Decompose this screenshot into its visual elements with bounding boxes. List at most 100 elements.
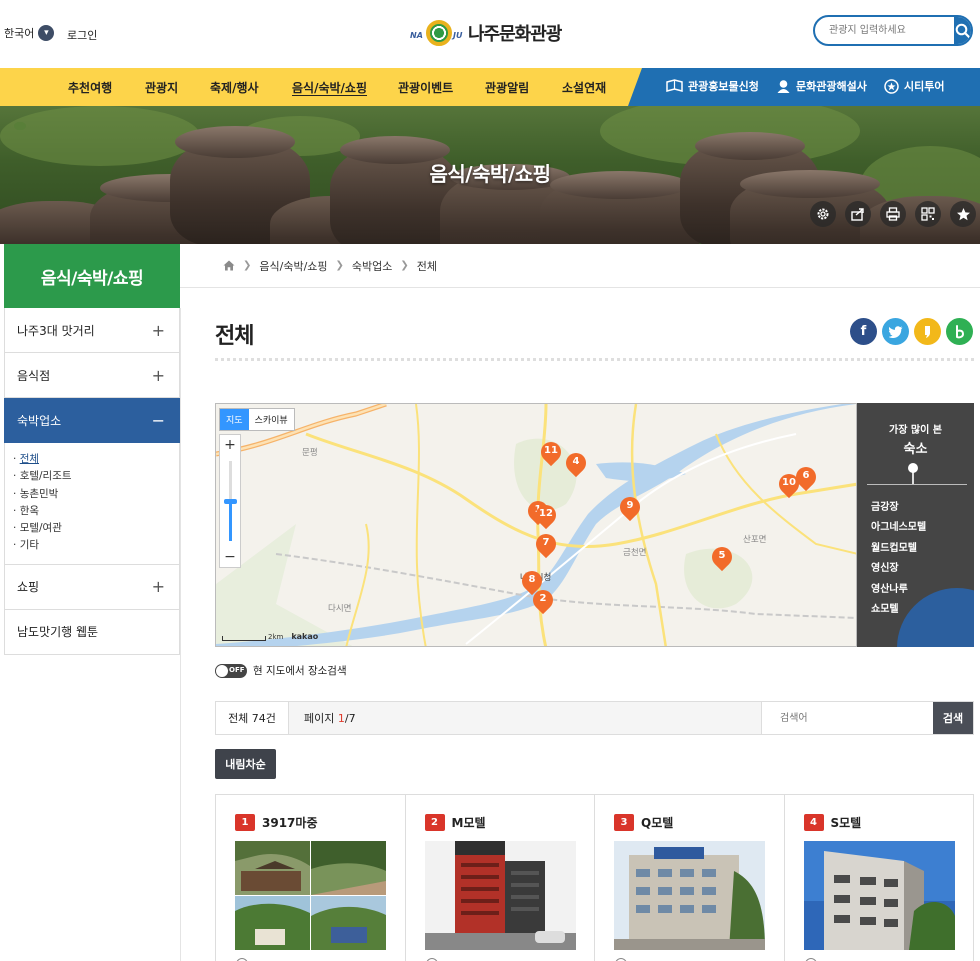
breadcrumb-item[interactable]: 숙박업소 [352,258,392,274]
sidebar-subitem[interactable]: · 기타 [13,537,179,554]
site-name: 나주문화관광 [468,24,562,45]
map-search-toggle[interactable]: OFF 현 지도에서 장소검색 [215,663,347,678]
map-type-toggle: 지도 스카이뷰 [219,408,295,431]
list-item[interactable]: 3 Q모텔 [595,795,785,961]
sidebar-item-webtoon[interactable]: 남도맛기행 웹툰 [4,609,180,655]
share-button[interactable] [845,201,871,227]
map-view[interactable]: 지도 스카이뷰 + − 문평 다시면 금천면 산포면 나주시청 12456789… [215,403,857,647]
sidebar-subitem[interactable]: · 호텔/리조트 [13,468,179,485]
login-link[interactable]: 로그인 [67,27,97,43]
nav-item[interactable]: 추천여행 [68,79,112,96]
popular-item[interactable]: 월드컵모텔 [871,539,926,559]
card-photo[interactable] [803,841,955,950]
breadcrumb: ❯ 음식/숙박/쇼핑 ❯ 숙박업소 ❯ 전체 [180,244,980,288]
facebook-icon[interactable]: f [850,318,877,345]
card-title[interactable]: S모텔 [831,814,862,831]
rank-badge: 4 [803,814,824,831]
sidebar-item-matgeori[interactable]: 나주3대 맛거리 + [4,308,180,353]
map-pin[interactable]: 5 [707,542,737,573]
sort-desc-button[interactable]: 내림차순 [215,749,276,779]
favorite-star-icon [956,207,970,220]
map-pin[interactable]: 12 [531,500,561,531]
map-pin[interactable]: 4 [561,448,591,479]
list-item[interactable]: 4 S모텔 [785,795,974,961]
card-title[interactable]: 3917마중 [262,814,317,831]
kakaostory-icon[interactable] [914,318,941,345]
content-divider [180,308,181,961]
zoom-control: + − [219,434,241,568]
map-pin[interactable]: 10 [774,469,804,500]
map-pin[interactable]: 8 [517,566,547,597]
zoom-out-button[interactable]: − [220,547,240,567]
list-item[interactable]: 1 3917마중 [216,795,406,961]
map-pin[interactable]: 6 [791,462,821,493]
map-pin[interactable]: 11 [536,437,566,468]
popular-item[interactable]: 영신장 [871,559,926,579]
main-nav: 추천여행 관광지 축제/행사 음식/숙박/쇼핑 관광이벤트 관광알림 소설연재 관광홍보물신… [0,68,980,106]
map-pin[interactable]: 7 [531,529,561,560]
card-photo[interactable] [424,841,576,950]
card-photo[interactable] [235,841,386,950]
site-logo[interactable]: NA JU 나주문화관광 [410,18,562,48]
plus-icon: + [151,577,165,597]
pin-dot-icon [908,463,918,473]
card-title[interactable]: M모텔 [452,814,486,831]
card-photo[interactable] [614,841,765,950]
guide-icon [777,79,790,93]
keyword-input[interactable] [761,702,933,734]
plus-icon: + [151,320,165,340]
zoom-in-button[interactable]: + [220,435,240,455]
breadcrumb-item[interactable]: 음식/숙박/쇼핑 [259,258,327,274]
logo-mark: NA JU [410,18,464,48]
popular-item[interactable]: 금강장 [871,498,926,518]
nav-item[interactable]: 음식/숙박/쇼핑 [292,79,367,96]
hero-title: 음식/숙박/쇼핑 [429,162,551,186]
search-button[interactable] [954,17,971,44]
qr-button[interactable] [915,201,941,227]
share-icon [851,208,864,221]
toggle-switch[interactable]: OFF [215,663,247,678]
social-share: f [850,318,973,345]
utility-guide[interactable]: 문화관광해설사 [776,78,867,94]
sidebar-subitem[interactable]: · 농촌민박 [13,486,179,503]
nav-item[interactable]: 관광지 [145,79,178,96]
sidebar-item-lodging[interactable]: 숙박업소 − [4,398,180,443]
zoom-slider-handle[interactable] [224,499,237,504]
settings-button[interactable] [810,201,836,227]
top-bar: 한국어 ▾ 로그인 NA JU 나주문화관광 [0,0,980,68]
map-type-skyview[interactable]: 스카이뷰 [249,409,294,430]
list-item[interactable]: 2 M모텔 [406,795,595,961]
search-input[interactable] [815,17,954,44]
nav-item[interactable]: 축제/행사 [210,79,259,96]
band-icon[interactable] [946,318,973,345]
popular-item[interactable]: 쇼모텔 [871,600,926,620]
list-toolbar: 전체 74건 페이지 1/7 검색 [215,701,974,735]
nav-item[interactable]: 관광이벤트 [398,79,453,96]
sidebar-item-shopping[interactable]: 쇼핑 + [4,564,180,610]
language-selector[interactable]: 한국어 ▾ [4,25,55,41]
popular-item[interactable]: 아그네스모텔 [871,518,926,538]
map-scale: 2km kakao [222,632,318,641]
utility-brochure[interactable]: 관광홍보물신청 [666,78,759,94]
lodging-card-list: 1 3917마중 2 M모텔 3 Q모텔 4 S모텔 [215,794,974,961]
nav-item[interactable]: 관광알림 [485,79,529,96]
settings-icon [817,208,829,220]
sidebar-item-restaurants[interactable]: 음식점 + [4,353,180,398]
map-pin[interactable]: 9 [615,492,645,523]
sidebar-subitem[interactable]: · 한옥 [13,503,179,520]
sidebar-submenu: · 전체 · 호텔/리조트 · 농촌민박 · 한옥 · 모텔/여관 · 기타 [4,443,180,565]
sidebar-subitem[interactable]: · 전체 [13,451,179,468]
card-title[interactable]: Q모텔 [641,814,673,831]
print-icon [886,207,900,221]
utility-citytour[interactable]: 시티투어 [884,78,944,94]
home-icon[interactable] [223,260,235,271]
map-type-map[interactable]: 지도 [220,409,249,430]
favorite-button[interactable] [950,201,976,227]
rank-badge: 1 [235,814,255,831]
print-button[interactable] [880,201,906,227]
twitter-icon[interactable] [882,318,909,345]
nav-item[interactable]: 소설연재 [562,79,606,96]
popular-item[interactable]: 영산나루 [871,580,926,600]
keyword-search-button[interactable]: 검색 [933,702,973,734]
sidebar-subitem[interactable]: · 모텔/여관 [13,520,179,537]
